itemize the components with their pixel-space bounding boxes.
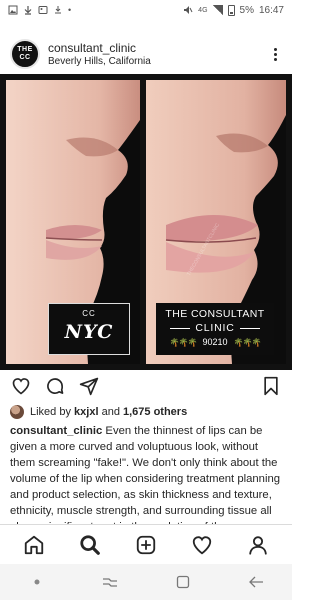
post-location[interactable]: Beverly Hills, California [48, 56, 151, 67]
post-header: THE CC consultant_clinic Beverly Hills, … [0, 34, 292, 74]
liker-username[interactable]: kxjxl [74, 406, 98, 418]
back-icon [248, 576, 263, 588]
avatar-logo-text: THE CC [17, 46, 33, 61]
divider [170, 327, 191, 329]
image-notification-icon [8, 5, 18, 15]
more-dot [273, 47, 277, 51]
nyc-badge-small: CC [82, 309, 96, 318]
clinic-badge-line1: THE CONSULTANT [165, 308, 265, 320]
clock: 16:47 [258, 4, 284, 16]
update-icon [55, 6, 61, 14]
gallery-notification-icon [38, 6, 48, 14]
palm-trees-icon: 🌴🌴🌴 [169, 337, 198, 347]
notification-dots: • [68, 5, 72, 15]
status-bar: • 4G 5% 16:47 [0, 0, 292, 20]
nav-search-button[interactable] [77, 532, 103, 558]
comment-button[interactable] [44, 375, 66, 397]
clinic-badge: THE CONSULTANT CLINIC 🌴🌴🌴 90210 🌴🌴🌴 [156, 303, 274, 355]
home-square-icon [176, 575, 189, 589]
signal-icon [212, 5, 223, 15]
network-type: 4G [198, 6, 208, 14]
clinic-badge-line2-row: CLINIC [156, 322, 274, 334]
android-home-button[interactable] [171, 570, 195, 594]
caption-text: Even the thinnest of lips can be given a… [10, 425, 281, 531]
nav-activity-button[interactable] [189, 532, 215, 558]
save-button[interactable] [260, 375, 282, 397]
share-icon [79, 377, 99, 396]
share-button[interactable] [78, 375, 100, 397]
more-dot [273, 57, 277, 61]
post-user-info: consultant_clinic Beverly Hills, Califor… [48, 41, 151, 67]
home-icon [24, 535, 44, 554]
comment-icon [47, 378, 64, 395]
nav-profile-button[interactable] [245, 532, 271, 558]
android-back-button[interactable] [244, 570, 268, 594]
search-icon [80, 534, 100, 555]
add-post-icon [136, 535, 156, 554]
battery-percent: 5% [239, 4, 254, 16]
likes-row[interactable]: Liked by kxjxl and 1,675 others [10, 404, 187, 420]
caption-username[interactable]: consultant_clinic [10, 425, 102, 437]
android-nav-bar [0, 564, 292, 600]
profile-icon [249, 535, 267, 555]
android-dot-button[interactable] [25, 570, 49, 594]
bottom-nav [0, 524, 292, 564]
liker-avatar [10, 405, 24, 419]
post-username[interactable]: consultant_clinic [48, 41, 151, 55]
bookmark-icon [264, 376, 278, 396]
avatar[interactable]: THE CC [10, 39, 40, 69]
nav-home-button[interactable] [21, 532, 47, 558]
clinic-badge-line2: CLINIC [195, 322, 235, 334]
more-dot [273, 52, 277, 56]
action-bar [0, 372, 292, 400]
like-button[interactable] [10, 375, 32, 397]
more-options-button[interactable] [268, 44, 282, 64]
status-right: 4G 5% 16:47 [183, 4, 284, 16]
dot-icon [34, 579, 39, 585]
divider [239, 327, 260, 329]
heart-icon [192, 535, 212, 554]
battery-icon [227, 4, 235, 16]
post-image[interactable]: THECONSULTANTCLINIC CC NYC THE CONSULTAN… [0, 74, 292, 370]
status-left: • [8, 5, 71, 15]
nyc-badge: CC NYC [48, 303, 130, 355]
nav-add-post-button[interactable] [133, 532, 159, 558]
post-caption: consultant_clinic Even the thinnest of l… [10, 423, 282, 531]
likes-count[interactable]: 1,675 others [123, 406, 187, 418]
mute-icon [184, 6, 193, 14]
likes-and: and [101, 406, 120, 418]
clinic-badge-zip: 90210 [202, 337, 228, 347]
recent-apps-icon [102, 578, 117, 587]
android-recent-apps-button[interactable] [98, 570, 122, 594]
palm-trees-icon: 🌴🌴🌴 [233, 337, 262, 347]
likes-prefix: Liked by [30, 406, 71, 418]
clinic-badge-line3-row: 🌴🌴🌴 90210 🌴🌴🌴 [156, 337, 274, 347]
nyc-badge-big: NYC [64, 321, 114, 343]
download-icon [24, 6, 32, 15]
heart-icon [12, 378, 30, 395]
